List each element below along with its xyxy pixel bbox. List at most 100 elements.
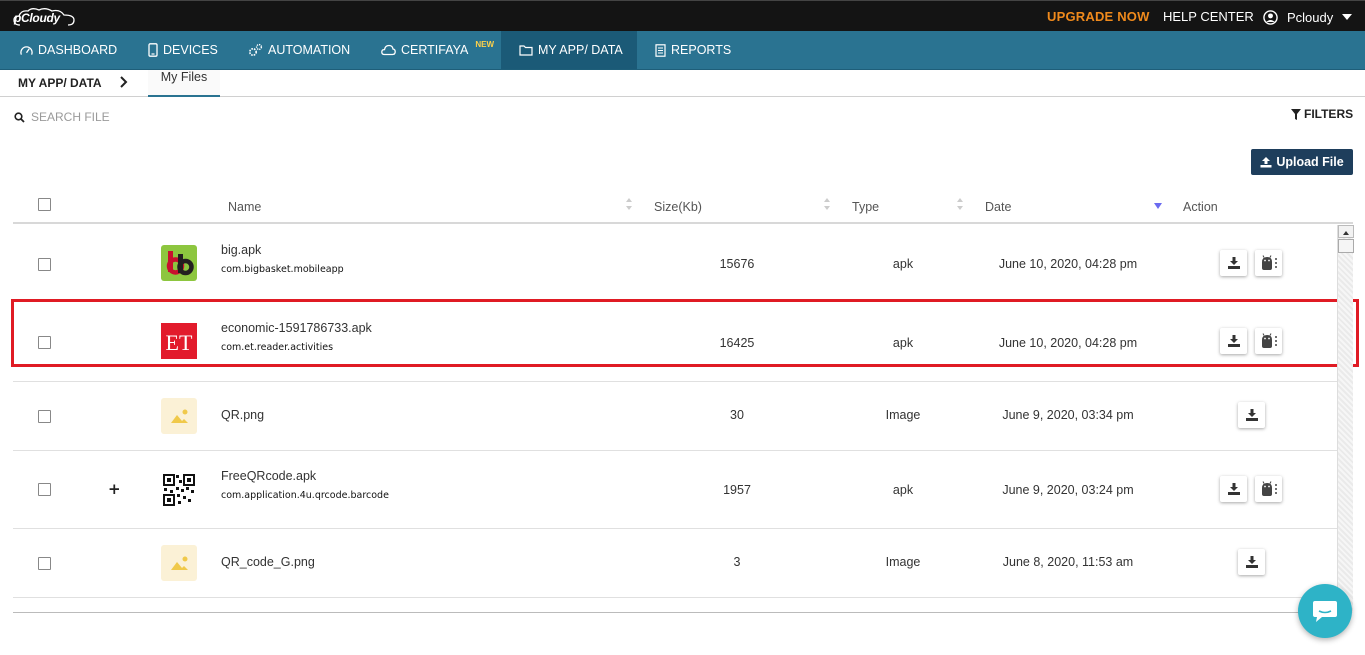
nav-reports[interactable]: REPORTS (655, 31, 731, 69)
header-name[interactable]: Name (228, 200, 261, 214)
top-bar: pCloudy UPGRADE NOW HELP CENTER Pcloudy (0, 0, 1365, 31)
nav-automation[interactable]: AUTOMATION (248, 31, 350, 69)
chat-icon (1313, 601, 1337, 622)
scroll-thumb[interactable] (1338, 239, 1354, 253)
chevron-right-icon (120, 76, 128, 88)
package-name: com.application.4u.qrcode.barcode (221, 490, 389, 501)
table-row[interactable]: QR.png 30 Image June 9, 2020, 03:34 pm (13, 382, 1337, 451)
table-row[interactable]: + FreeQRcode.apk com.application.4u.qrco… (13, 451, 1337, 529)
android-menu-button[interactable] (1255, 476, 1282, 502)
breadcrumb-root[interactable]: MY APP/ DATA (18, 76, 102, 90)
new-badge: NEW (475, 39, 495, 49)
qrcode-app-icon (161, 472, 197, 508)
header-action: Action (1183, 200, 1218, 214)
row-highlight-box (11, 299, 1359, 367)
nav-my-app-data-label: MY APP/ DATA (538, 43, 623, 57)
file-date: June 10, 2020, 04:28 pm (998, 257, 1138, 271)
download-icon (1245, 556, 1258, 568)
download-icon (1227, 483, 1240, 495)
file-date: June 8, 2020, 11:53 am (1002, 555, 1134, 569)
dashboard-icon (20, 46, 33, 55)
select-all-checkbox[interactable] (38, 198, 51, 211)
download-button[interactable] (1220, 250, 1247, 276)
nav-my-app-data[interactable]: MY APP/ DATA (501, 31, 637, 69)
download-icon (1227, 257, 1240, 269)
download-button[interactable] (1238, 402, 1265, 428)
image-icon (161, 398, 197, 434)
filters-label: FILTERS (1304, 107, 1354, 121)
help-center-link[interactable]: HELP CENTER (1163, 9, 1254, 24)
header-date[interactable]: Date (985, 200, 1011, 214)
scroll-up-button[interactable] (1338, 225, 1354, 238)
user-name: Pcloudy (1287, 9, 1334, 25)
download-icon (1245, 409, 1258, 421)
nav-certifaya-label: CERTIFAYA (401, 43, 469, 57)
search-bar (14, 110, 231, 124)
sort-icon[interactable] (823, 197, 831, 211)
filters-button[interactable]: FILTERS (1291, 107, 1353, 121)
logo-text: pCloudy (14, 11, 60, 25)
bigbasket-app-icon (161, 245, 197, 281)
upload-file-label: Upload File (1276, 155, 1344, 169)
chat-widget-button[interactable] (1298, 584, 1352, 638)
file-type: apk (892, 257, 914, 271)
package-name: com.bigbasket.mobileapp (221, 264, 344, 275)
file-name[interactable]: big.apk (221, 243, 261, 257)
gears-icon (248, 43, 263, 57)
image-icon (161, 545, 197, 581)
nav-reports-label: REPORTS (671, 43, 732, 57)
android-menu-button[interactable] (1255, 250, 1282, 276)
android-icon (1261, 255, 1277, 270)
file-type: apk (892, 483, 914, 497)
download-button[interactable] (1220, 476, 1247, 502)
table-row[interactable]: big.apk com.bigbasket.mobileapp 15676 ap… (13, 225, 1337, 301)
file-type: Image (885, 555, 921, 569)
file-date: June 9, 2020, 03:34 pm (1002, 408, 1134, 422)
chevron-down-icon (1342, 14, 1353, 20)
table-scrollbar[interactable] (1337, 225, 1354, 613)
file-name[interactable]: QR.png (221, 408, 264, 422)
nav-devices-label: DEVICES (163, 43, 218, 57)
nav-devices[interactable]: DEVICES (148, 31, 218, 69)
row-checkbox[interactable] (38, 483, 51, 496)
sort-desc-icon[interactable] (1154, 197, 1162, 211)
breadcrumb: MY APP/ DATA My Files (0, 70, 1365, 97)
upload-file-button[interactable]: Upload File (1251, 149, 1353, 175)
upgrade-now-link[interactable]: UPGRADE NOW (1047, 9, 1150, 24)
row-checkbox[interactable] (38, 410, 51, 423)
row-checkbox[interactable] (38, 258, 51, 271)
user-menu[interactable]: Pcloudy (1263, 7, 1353, 27)
expand-plus-icon[interactable]: + (108, 480, 121, 498)
table-bottom-border (13, 612, 1353, 613)
cloud-icon (381, 44, 396, 56)
tab-my-files[interactable]: My Files (148, 70, 220, 97)
file-name[interactable]: QR_code_G.png (221, 555, 315, 569)
nav-automation-label: AUTOMATION (268, 43, 351, 57)
folder-icon (519, 45, 533, 56)
file-name[interactable]: FreeQRcode.apk (221, 469, 316, 483)
android-icon (1261, 481, 1277, 496)
main-nav: DASHBOARD DEVICES AUTOMATION CERTIFAYA N… (0, 31, 1365, 70)
upload-icon (1260, 156, 1272, 167)
table-row[interactable]: QR_code_G.png 3 Image June 8, 2020, 11:5… (13, 529, 1337, 598)
sort-icon[interactable] (956, 197, 964, 211)
sort-icon[interactable] (625, 197, 633, 211)
search-icon (14, 111, 25, 123)
table-header: Name Size(Kb) Type Date Action (13, 190, 1353, 224)
download-button[interactable] (1238, 549, 1265, 575)
mobile-icon (148, 43, 158, 57)
file-date: June 9, 2020, 03:24 pm (1002, 483, 1134, 497)
document-icon (655, 43, 666, 57)
file-type: Image (885, 408, 921, 422)
search-input[interactable] (31, 110, 231, 124)
header-type[interactable]: Type (852, 200, 879, 214)
file-size: 30 (730, 408, 744, 422)
nav-certifaya[interactable]: CERTIFAYA NEW (381, 31, 494, 69)
user-avatar-icon (1263, 9, 1278, 25)
header-size[interactable]: Size(Kb) (654, 200, 702, 214)
file-size: 1957 (723, 483, 751, 497)
row-checkbox[interactable] (38, 557, 51, 570)
filter-icon (1291, 108, 1301, 120)
nav-dashboard-label: DASHBOARD (38, 43, 118, 57)
nav-dashboard[interactable]: DASHBOARD (20, 31, 117, 69)
